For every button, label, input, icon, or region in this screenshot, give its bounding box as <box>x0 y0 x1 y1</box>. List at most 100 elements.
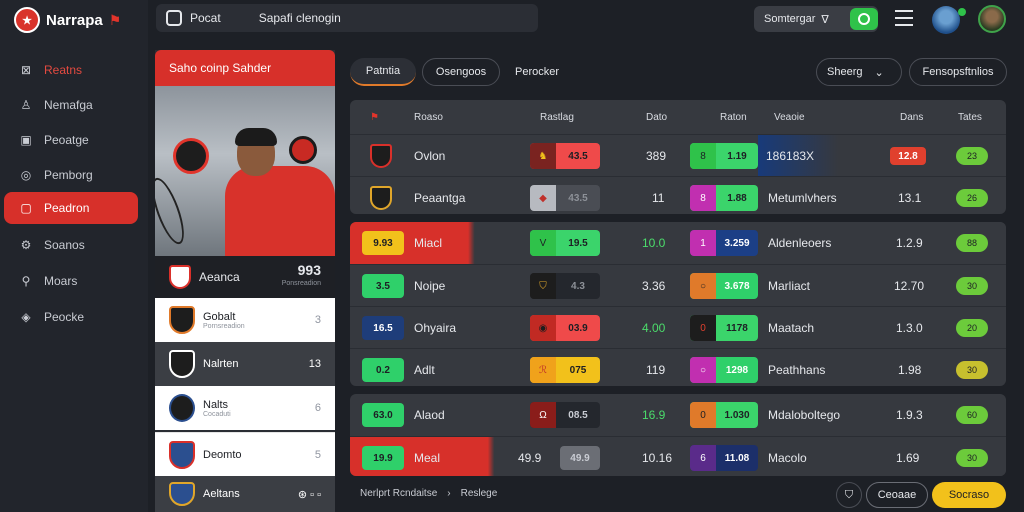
menu-icon[interactable] <box>895 10 913 26</box>
tab-3[interactable]: Perocker <box>506 58 568 86</box>
list-item[interactable]: Nalts Cocaduti 6 <box>155 386 335 430</box>
list-item[interactable]: Deomto 5 <box>155 432 335 476</box>
table-row[interactable]: 0.2 Adlt ℛ 075 119 ○ 1298 Peathhans 1.98 3… <box>350 348 1006 386</box>
raton-button[interactable]: 8 1.88 <box>690 185 758 211</box>
sidebar-item-1[interactable]: ⊠ Reatns <box>4 54 138 86</box>
tates-tag[interactable]: 30 <box>956 449 988 467</box>
dato-value: 10.16 <box>642 451 673 465</box>
tates-tag[interactable]: 23 <box>956 147 988 165</box>
user-avatar[interactable] <box>978 5 1006 33</box>
raton-button[interactable]: 0 1.030 <box>690 402 758 428</box>
sidebar-item-6[interactable]: ⚙ Soanos <box>4 229 138 261</box>
raton-button[interactable]: 1 3.259 <box>690 230 758 256</box>
box-icon: ▣ <box>20 133 32 147</box>
secondary-button[interactable]: Ceoaae <box>866 482 928 508</box>
list-item[interactable]: Aeltans ⊛ ▫ ▫ <box>155 476 335 512</box>
team-name: Ovlon <box>414 149 446 163</box>
raton-swatch-icon: ○ <box>690 357 716 383</box>
app-logo[interactable]: ★ Narrapa ⚑ <box>14 6 144 34</box>
search-input[interactable]: Sapafi clenogin <box>259 11 341 25</box>
sort-pill[interactable]: Somtergar ∇ <box>754 6 878 32</box>
filter-button[interactable]: Fensopsftnlios <box>909 58 1007 86</box>
dans-value: 12.70 <box>894 279 925 293</box>
share-icons[interactable]: ⊛ ▫ ▫ <box>298 488 321 501</box>
separator-icon: › <box>447 488 451 499</box>
raton-button[interactable]: 8 1.19 <box>690 143 758 169</box>
featured-score: 993 Ponsreadion <box>282 263 321 291</box>
sort-dropdown[interactable]: Sheerg ⌄ <box>816 58 902 86</box>
sidebar-item-7[interactable]: ⚲ Moars <box>4 265 138 297</box>
tates-tag[interactable]: 30 <box>956 277 988 295</box>
shield-icon[interactable]: ⛉ <box>836 482 862 508</box>
sidebar-item-label: Soanos <box>44 238 85 252</box>
table-row[interactable]: Peaantga ◆ 43.5 11 8 1.88 Metumlvhers 13.1… <box>350 176 1006 214</box>
odds-value[interactable]: 49.9 <box>518 437 541 476</box>
table-row[interactable]: 63.0 Alaod Ω 08.5 16.9 0 1.030 Mdalobolteg… <box>350 394 1006 436</box>
table-row-highlighted[interactable]: 19.9 Meal 49.9 49.9 10.16 6 11.08 Macolo … <box>350 436 1006 476</box>
odds-button[interactable]: ♞ 43.5 <box>530 143 600 169</box>
tab-1[interactable]: Patntia <box>350 58 416 86</box>
footer: Nerlprt Rcndaitse › Reslege <box>360 488 497 499</box>
header-flag-icon: ⚑ <box>370 111 379 123</box>
odds-button[interactable]: ◆ 43.5 <box>530 185 600 211</box>
list-item-num: 3 <box>314 314 321 326</box>
team-badge-icon <box>289 136 317 164</box>
primary-button[interactable]: Socraso <box>932 482 1006 508</box>
dato-value: 3.36 <box>642 279 666 293</box>
search-bar[interactable]: Pocat Sapafi clenogin <box>156 4 538 32</box>
featured-team-row[interactable]: Aeanca 993 Ponsreadion <box>155 256 335 298</box>
top-tab-label[interactable]: Pocat <box>190 11 221 25</box>
team-shield-icon <box>169 482 195 506</box>
lead-value: 3.5 <box>362 274 404 298</box>
list-item-num: 6 <box>314 402 321 414</box>
list-item[interactable]: Nalrten 13 <box>155 342 335 386</box>
table-row-highlighted[interactable]: 9.93 Miacl V 19.5 10.0 1 3.259 Aldenleoers… <box>350 222 1006 264</box>
logo-flag-icon: ⚑ <box>108 11 122 28</box>
odds-secondary[interactable]: 49.9 <box>560 446 600 470</box>
raton-button[interactable]: 6 11.08 <box>690 445 758 471</box>
table-row[interactable]: 16.5 Ohyaira ◉ 03.9 4.00 0 1178 Maatach 1.… <box>350 306 1006 348</box>
sidebar-item-8[interactable]: ◈ Peocke <box>4 301 138 333</box>
dans-value: 1.2.9 <box>896 236 923 250</box>
raton-button[interactable]: ○ 1298 <box>690 357 758 383</box>
tates-tag[interactable]: 88 <box>956 234 988 252</box>
power-toggle[interactable] <box>850 8 878 30</box>
odds-value: 19.5 <box>568 237 588 249</box>
raton-button[interactable]: 0 1178 <box>690 315 758 341</box>
filter-icon: ∇ <box>821 13 829 26</box>
player-jersey <box>225 166 335 256</box>
col-header: Rastlag <box>540 111 574 123</box>
tates-tag[interactable]: 26 <box>956 189 988 207</box>
table-row[interactable]: Ovlon ♞ 43.5 389 8 1.19 186183X 12.8 23 <box>350 134 1006 177</box>
col-header: Raton <box>720 111 747 123</box>
odds-button[interactable]: ◉ 03.9 <box>530 315 600 341</box>
dato-value: 389 <box>646 149 667 163</box>
tab-2[interactable]: Osengoos <box>422 58 500 86</box>
raton-button[interactable]: ○ 3.678 <box>690 273 758 299</box>
odds-value: 08.5 <box>568 409 588 421</box>
sidebar-item-4[interactable]: ◎ Pemborg <box>4 159 138 191</box>
cube-icon: ◈ <box>21 310 31 324</box>
footer-left-link[interactable]: Nerlprt Rcndaitse <box>360 488 437 499</box>
tates-tag[interactable]: 20 <box>956 319 988 337</box>
list-item[interactable]: Gobalt Pornsreadion 3 <box>155 298 335 342</box>
vendor-name: Peathhans <box>768 363 826 377</box>
odds-value: 03.9 <box>568 322 588 334</box>
odds-button[interactable]: V 19.5 <box>530 230 600 256</box>
table-row[interactable]: 3.5 Noipe ⛉ 4.3 3.36 ○ 3.678 Marliact 12.7… <box>350 264 1006 306</box>
sidebar-item-3[interactable]: ▣ Peoatge <box>4 124 138 156</box>
featured-card: Saho coinp Sahder Aeanca 993 Ponsreadion… <box>155 50 335 512</box>
odds-button[interactable]: Ω 08.5 <box>530 402 600 428</box>
sidebar-item-5-active[interactable]: ▢ Peadron <box>4 192 138 224</box>
sidebar-item-label: Pemborg <box>44 168 93 182</box>
odds-button[interactable]: ⛉ 4.3 <box>530 273 600 299</box>
location-icon: ◎ <box>20 168 32 182</box>
dans-value: 12.8 <box>890 147 926 165</box>
odds-button[interactable]: ℛ 075 <box>530 357 600 383</box>
list-item-num: 5 <box>314 448 321 461</box>
tates-tag[interactable]: 30 <box>956 361 988 379</box>
footer-right-link[interactable]: Reslege <box>461 488 498 499</box>
tates-tag[interactable]: 60 <box>956 406 988 424</box>
sidebar-item-2[interactable]: ♙ Nemafga <box>4 89 138 121</box>
avatar[interactable] <box>932 6 960 34</box>
